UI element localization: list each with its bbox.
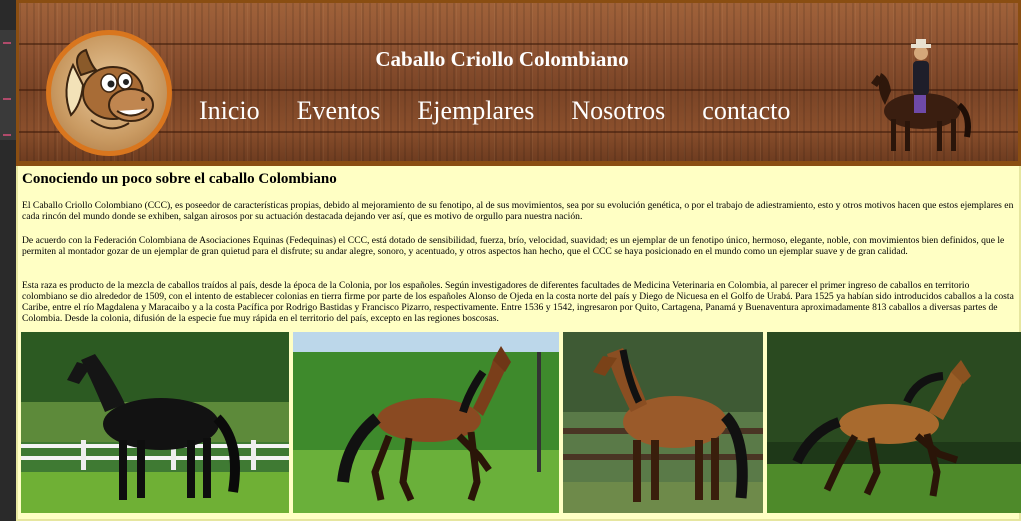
cartoon-horse-logo-icon[interactable] (46, 30, 172, 156)
nav-inicio[interactable]: Inicio (199, 96, 260, 130)
site-title: Caballo Criollo Colombiano (375, 47, 629, 71)
intro-paragraph: El Caballo Criollo Colombiano (CCC), es … (22, 200, 1014, 222)
gutter-marker (3, 42, 11, 44)
nav-eventos[interactable]: Eventos (297, 96, 381, 130)
horse-photo-black[interactable] (21, 332, 289, 513)
description-paragraph: De acuerdo con la Federación Colombiana … (22, 235, 1005, 257)
left-gutter (0, 0, 16, 521)
gutter-marker (3, 134, 11, 136)
main-nav: Inicio Eventos Ejemplares Nosotros conta… (199, 96, 827, 130)
horse-photo-bay-gait[interactable] (767, 332, 1021, 513)
gutter-strip (0, 30, 16, 140)
nav-contacto[interactable]: contacto (702, 96, 790, 130)
horse-photo-bay-standing[interactable] (563, 332, 763, 513)
main-content: Conociendo un poco sobre el caballo Colo… (16, 166, 1021, 521)
gutter-marker (3, 98, 11, 100)
page-heading: Conociendo un poco sobre el caballo Colo… (22, 171, 337, 187)
nav-ejemplares[interactable]: Ejemplares (417, 96, 534, 130)
history-paragraph: Esta raza es producto de la mezcla de ca… (22, 280, 1014, 324)
horse-photo-bay-trot[interactable] (293, 332, 559, 513)
horse-rider-icon (867, 33, 977, 158)
site-header: Caballo Criollo Colombiano Inicio Evento… (16, 0, 1021, 166)
nav-nosotros[interactable]: Nosotros (571, 96, 665, 130)
